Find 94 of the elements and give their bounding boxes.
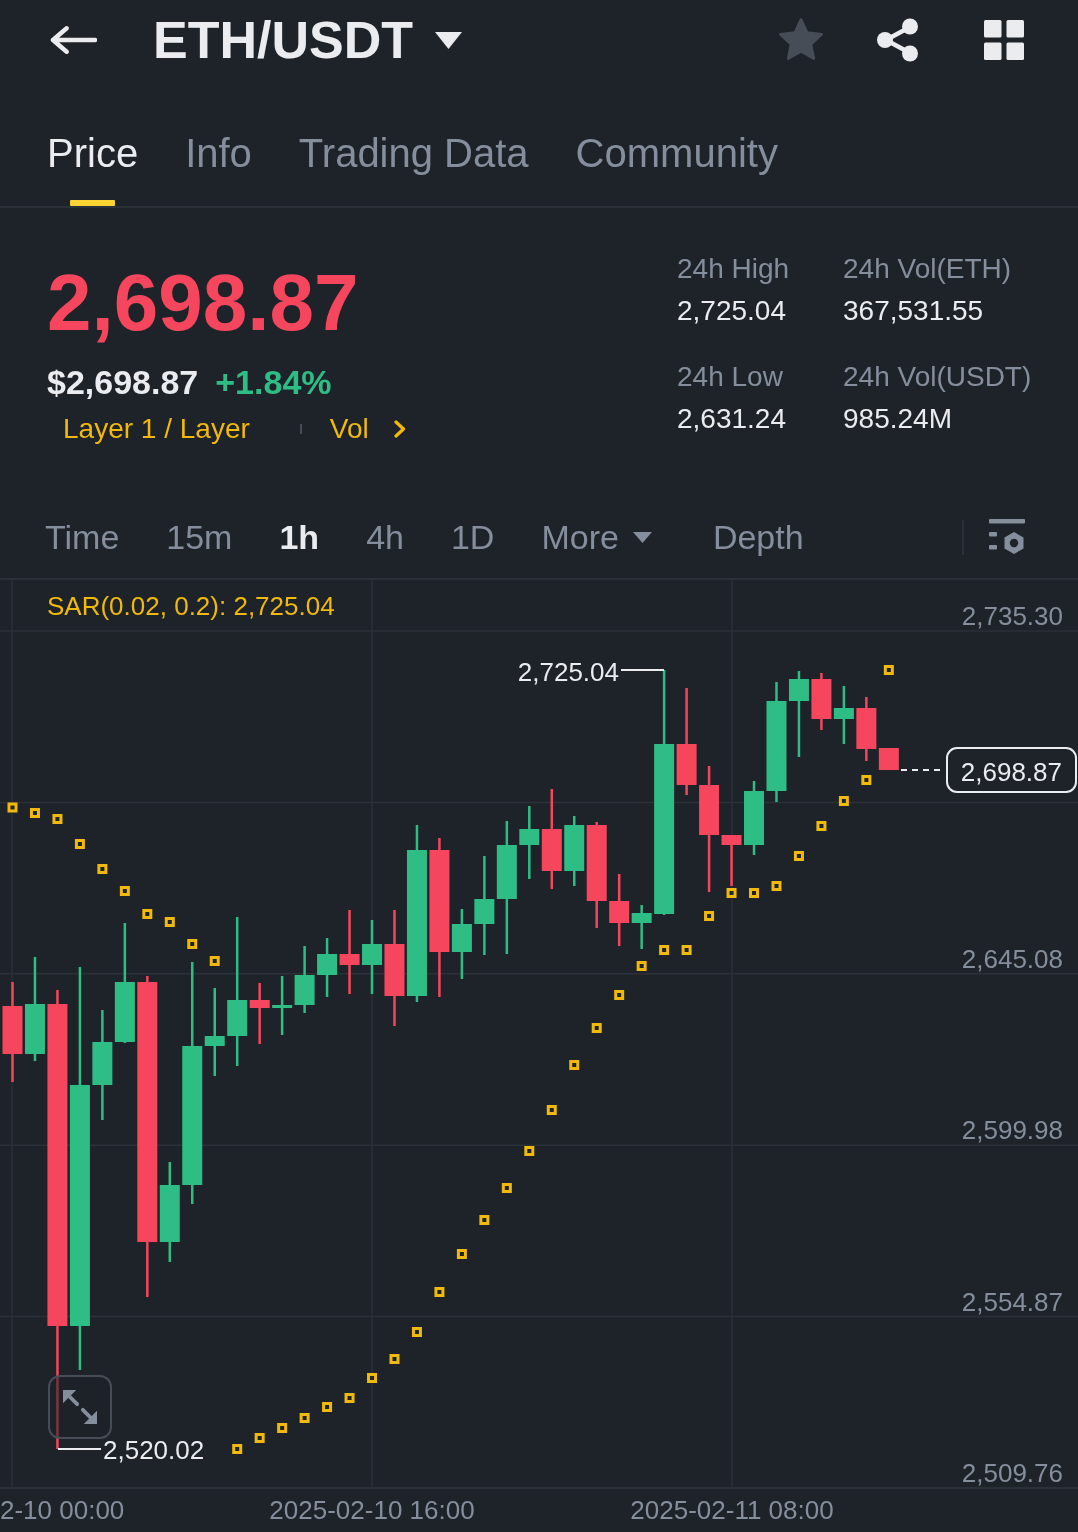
caret-icon — [435, 31, 462, 49]
interval-tab[interactable]: Time — [45, 517, 120, 557]
tag-link[interactable]: Vol — [329, 411, 369, 447]
sar-point — [614, 990, 625, 1000]
interval-tab[interactable]: 1h — [279, 517, 320, 557]
back-arrow-icon[interactable] — [50, 25, 97, 55]
stat-value: 985.24M — [843, 402, 952, 436]
stat-label: 24h Vol(ETH) — [843, 252, 1012, 286]
sar-point — [434, 1287, 445, 1297]
price-change: +1.84% — [215, 362, 332, 402]
fiat-price: $2,698.87 — [47, 362, 199, 402]
sar-point — [164, 917, 175, 927]
time-axis-label: 2025-02-10 16:00 — [269, 1495, 475, 1525]
tab[interactable]: Trading Data — [298, 130, 529, 206]
candle — [272, 976, 293, 1035]
more-dropdown[interactable]: More — [541, 517, 652, 557]
sar-point — [277, 1423, 288, 1433]
sar-point — [681, 945, 692, 955]
sar-point — [322, 1402, 333, 1412]
price-axis-label: 2,554.87 — [961, 1286, 1063, 1317]
sar-point — [119, 886, 130, 896]
candle — [294, 946, 315, 1013]
sar-point — [546, 1105, 557, 1115]
last-price: 2,698.87 — [47, 263, 359, 343]
interval-tab[interactable]: 15m — [166, 517, 233, 557]
sar-point — [501, 1183, 512, 1193]
sar-point — [456, 1249, 467, 1259]
sar-point — [704, 911, 715, 921]
sar-point — [299, 1413, 310, 1423]
share-icon[interactable] — [876, 18, 920, 62]
sar-point — [524, 1146, 535, 1156]
stat-label: 24h High — [677, 252, 790, 286]
sar-point — [479, 1215, 490, 1225]
tab[interactable]: Price — [47, 130, 139, 206]
sar-point — [97, 864, 108, 874]
sar-point — [344, 1393, 355, 1403]
sar-point — [389, 1354, 400, 1364]
high-leader-line — [620, 669, 665, 671]
pair-selector[interactable]: ETH/USDT — [153, 10, 462, 70]
last-price-tag: 2,698.87 — [946, 747, 1077, 793]
low-leader-line — [57, 1448, 102, 1450]
sar-point — [367, 1373, 377, 1383]
sar-point — [838, 796, 849, 806]
stat-value: 2,725.04 — [677, 294, 786, 328]
interval-tab[interactable]: 1D — [450, 517, 495, 557]
time-axis-label: 2-10 00:00 — [0, 1495, 125, 1525]
stat-value: 367,531.55 — [843, 294, 984, 328]
sar-point — [883, 665, 894, 675]
sar-point — [29, 808, 40, 818]
stat-label: 24h Low — [677, 360, 783, 394]
high-price-label: 2,725.04 — [517, 657, 619, 687]
sar-point — [659, 945, 670, 955]
low-price-label: 2,520.02 — [103, 1435, 205, 1465]
expand-icon — [63, 1390, 97, 1424]
sar-point — [771, 881, 782, 891]
interval-tab[interactable]: 4h — [366, 517, 404, 557]
indicator-label: SAR(0.02, 0.2): 2,725.04 — [47, 591, 335, 621]
depth-tab[interactable]: Depth — [712, 517, 804, 557]
sar-point — [74, 839, 85, 849]
sar-point — [793, 851, 804, 861]
sar-point — [209, 956, 220, 966]
time-axis-label: 2025-02-11 08:00 — [630, 1495, 834, 1525]
sar-point — [749, 888, 759, 898]
grid-icon[interactable] — [984, 20, 1024, 60]
price-axis-label: 2,599.98 — [961, 1115, 1063, 1146]
sar-point — [187, 939, 198, 949]
expand-button[interactable] — [48, 1375, 112, 1439]
caret-icon — [632, 531, 652, 543]
tab[interactable]: Info — [185, 130, 252, 206]
price-axis-label: 2,509.76 — [961, 1458, 1063, 1488]
price-axis-label: 2,735.30 — [961, 601, 1063, 631]
candle — [811, 673, 832, 730]
price-axis-label: 2,645.08 — [961, 943, 1063, 974]
sar-point — [7, 802, 18, 813]
sar-point — [569, 1060, 580, 1070]
chevron-right-icon[interactable] — [393, 420, 406, 438]
sar-point — [816, 821, 827, 831]
sar-point — [232, 1444, 243, 1454]
indicator-settings-icon[interactable] — [989, 519, 1025, 555]
star-icon[interactable] — [778, 18, 824, 62]
sar-point — [591, 1023, 602, 1033]
sar-point — [726, 888, 737, 898]
candle — [833, 686, 854, 744]
sar-point — [52, 814, 63, 824]
stat-label: 24h Vol(USDT) — [843, 360, 1032, 394]
tab[interactable]: Community — [575, 130, 778, 206]
sar-point — [411, 1327, 422, 1337]
candle — [317, 938, 338, 997]
stat-value: 2,631.24 — [677, 402, 786, 436]
sar-point — [142, 909, 153, 919]
tag-link[interactable]: Layer 1 / Layer — [63, 411, 250, 447]
sar-point — [636, 961, 647, 971]
sar-point — [254, 1433, 265, 1443]
sar-point — [861, 775, 872, 785]
